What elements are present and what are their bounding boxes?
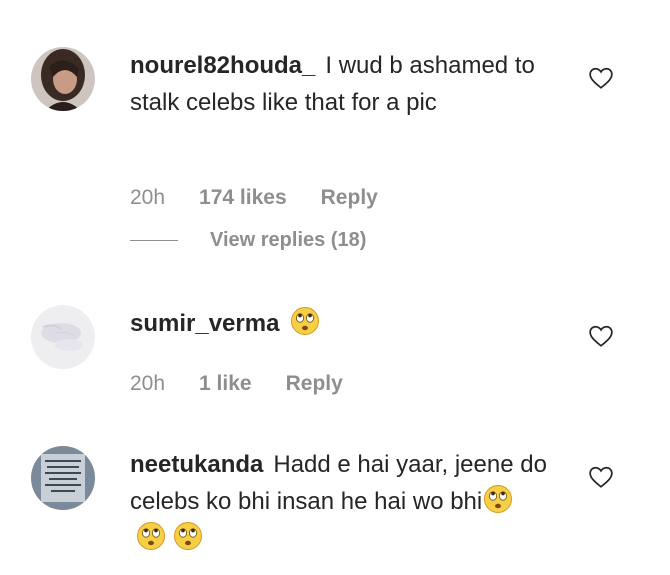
avatar-image (31, 446, 95, 510)
like-heart-icon[interactable] (588, 464, 614, 490)
comment-item: neetukanda Hadd e hai yaar, jeene do cele… (0, 0, 670, 575)
comment-body: neetukanda Hadd e hai yaar, jeene do cele… (130, 446, 550, 557)
comment-username[interactable]: neetukanda (130, 451, 263, 478)
face-with-rolling-eyes-icon (137, 522, 165, 550)
avatar[interactable] (31, 446, 95, 510)
face-with-rolling-eyes-icon (484, 485, 513, 513)
face-with-rolling-eyes-icon (174, 522, 202, 550)
